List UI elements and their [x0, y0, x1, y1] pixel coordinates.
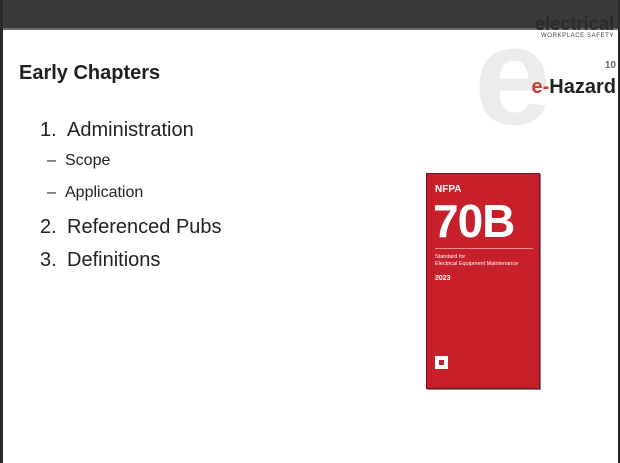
cover-divider — [435, 248, 533, 249]
brand-electrical-workplace-safety: electrical WORKPLACE SAFETY — [534, 14, 615, 40]
outline-text: Administration — [67, 119, 194, 141]
nfpa-seal-icon — [435, 356, 448, 369]
outline-subitem: – Scope — [47, 151, 222, 171]
slide-number: 10 — [604, 60, 616, 71]
brand-subtitle: WORKPLACE SAFETY — [541, 33, 614, 39]
cover-code: 70B — [433, 195, 515, 247]
outline-list: 1. Administration – Scope – Application 2. R… — [40, 118, 222, 281]
outline-item: 3. Definitions — [40, 248, 222, 272]
outline-subtext: Application — [65, 184, 144, 201]
outline-text: Referenced Pubs — [67, 216, 222, 238]
outline-number: 3. — [40, 249, 57, 271]
ehazard-logo: e-Hazard — [532, 76, 617, 98]
outline-number: 2. — [40, 216, 57, 238]
sub-marker: – — [47, 152, 56, 169]
sub-marker: – — [47, 184, 56, 201]
outline-subtext: Scope — [65, 152, 111, 169]
cover-standard-line1: Standard for — [435, 254, 466, 260]
outline-text: Definitions — [67, 249, 161, 271]
outline-item: 1. Administration — [40, 118, 222, 142]
cover-standard-line2: Electrical Equipment Maintenance — [435, 261, 519, 267]
slide: e electrical WORKPLACE SAFETY 10 e-Hazar… — [0, 0, 620, 463]
brand-word: electrical — [534, 14, 615, 35]
outline-item: 2. Referenced Pubs — [40, 215, 222, 239]
logo-word: Hazard — [549, 76, 616, 98]
logo-e: e — [531, 76, 543, 98]
nfpa-70b-book-cover: NFPA 70B Standard for Electrical Equipme… — [426, 173, 540, 389]
outline-number: 1. — [40, 119, 57, 141]
slide-title: Early Chapters — [19, 62, 161, 84]
outline-subitem: – Application — [47, 183, 222, 203]
cover-publisher: NFPA — [435, 184, 462, 195]
cover-year: 2023 — [435, 275, 451, 282]
frame-left-border — [0, 0, 3, 463]
